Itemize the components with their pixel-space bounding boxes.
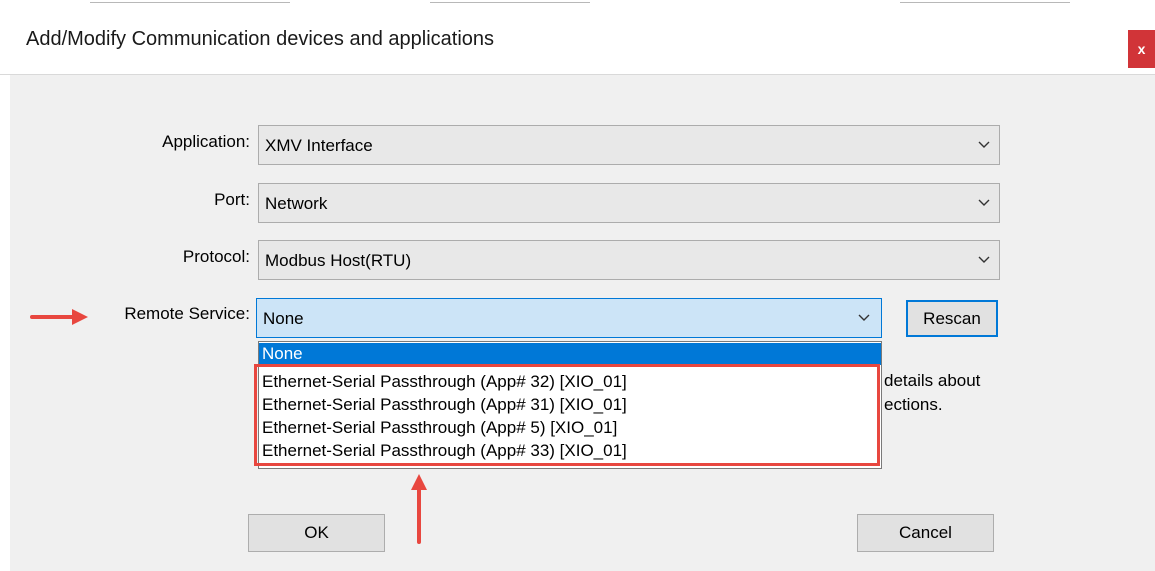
cancel-button[interactable]: Cancel xyxy=(857,514,994,552)
dialog-titlebar[interactable]: Add/Modify Communication devices and app… xyxy=(0,8,1155,75)
arrow-up-icon xyxy=(411,474,427,544)
chevron-down-icon xyxy=(978,199,990,206)
obscured-help-text: details about xyxy=(884,371,981,390)
close-icon: x xyxy=(1137,41,1146,57)
port-dropdown[interactable]: Network xyxy=(258,183,1000,223)
application-value: XMV Interface xyxy=(265,136,373,155)
application-label: Application: xyxy=(162,132,250,151)
remote-service-dropdown[interactable]: None xyxy=(256,298,882,338)
chevron-down-icon xyxy=(858,314,870,321)
port-label: Port: xyxy=(214,190,250,209)
background-divider xyxy=(430,0,590,3)
chevron-down-icon xyxy=(978,256,990,263)
background-divider xyxy=(90,0,290,3)
close-button[interactable]: x xyxy=(1128,30,1155,68)
protocol-value: Modbus Host(RTU) xyxy=(265,251,412,270)
option-passthrough-app-32[interactable]: Ethernet-Serial Passthrough (App# 32) [X… xyxy=(259,371,881,393)
application-dropdown[interactable]: XMV Interface xyxy=(258,125,1000,165)
remote-service-value: None xyxy=(263,309,304,328)
protocol-dropdown[interactable]: Modbus Host(RTU) xyxy=(258,240,1000,280)
remote-service-label: Remote Service: xyxy=(124,304,250,323)
option-passthrough-app-31[interactable]: Ethernet-Serial Passthrough (App# 31) [X… xyxy=(259,394,881,416)
rescan-button[interactable]: Rescan xyxy=(906,300,998,337)
option-passthrough-app-33[interactable]: Ethernet-Serial Passthrough (App# 33) [X… xyxy=(259,440,881,462)
obscured-help-text: ections. xyxy=(884,395,943,414)
dialog-title: Add/Modify Communication devices and app… xyxy=(26,28,495,50)
background-divider xyxy=(900,0,1070,3)
ok-button[interactable]: OK xyxy=(248,514,385,552)
chevron-down-icon xyxy=(978,141,990,148)
option-passthrough-app-5[interactable]: Ethernet-Serial Passthrough (App# 5) [XI… xyxy=(259,417,881,439)
option-none[interactable]: None xyxy=(259,343,881,365)
protocol-label: Protocol: xyxy=(182,247,250,266)
port-value: Network xyxy=(265,194,328,213)
remote-service-options-list[interactable]: None Ethernet-Serial Passthrough (App# 3… xyxy=(258,341,882,469)
